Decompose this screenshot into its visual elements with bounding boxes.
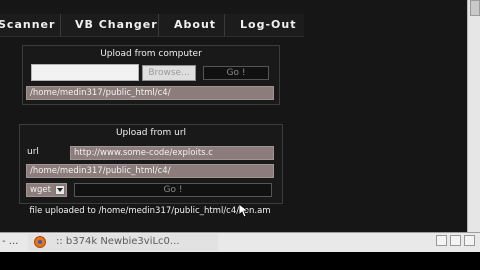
mouse-cursor-icon — [239, 204, 249, 218]
file-path-input[interactable] — [31, 64, 139, 81]
firefox-icon — [34, 236, 46, 248]
panel-title: Upload from url — [115, 128, 187, 138]
taskbar: - ... :: b374k Newbie3viLc0... — [0, 232, 480, 270]
close-icon[interactable] — [464, 235, 475, 246]
scrollbar-thumb[interactable] — [470, 0, 480, 16]
download-method-select[interactable]: wget — [26, 183, 67, 197]
upload-status-message: file uploaded to /home/medin317/public_h… — [29, 206, 271, 216]
top-nav-overflow — [300, 0, 460, 16]
chevron-down-icon[interactable] — [55, 185, 65, 195]
url-label: url — [27, 147, 39, 157]
upload-from-url-panel: Upload from url url http://www.some-code… — [19, 124, 283, 204]
download-method-value: wget — [30, 185, 51, 195]
nav-divider — [158, 14, 159, 36]
go-button[interactable]: Go ! — [74, 183, 272, 197]
destination-path-input[interactable]: /home/medin317/public_html/c4/ — [26, 86, 274, 100]
nav-item-log-out[interactable]: Log-Out — [240, 18, 296, 31]
top-nav-bar: Scanner VB Changer About Log-Out — [0, 14, 304, 37]
browser-viewport: Scanner VB Changer About Log-Out Upload … — [0, 0, 467, 232]
go-button[interactable]: Go ! — [203, 66, 269, 80]
taskbar-strip: - ... :: b374k Newbie3viLc0... — [0, 232, 480, 252]
panel-title: Upload from computer — [100, 49, 202, 59]
destination-path-input[interactable]: /home/medin317/public_html/c4/ — [26, 164, 274, 178]
minimize-icon[interactable] — [436, 235, 447, 246]
nav-item-vb-changer[interactable]: VB Changer — [75, 18, 158, 31]
vertical-scrollbar[interactable] — [467, 0, 480, 232]
browse-button[interactable]: Browse... — [142, 65, 196, 81]
maximize-icon[interactable] — [450, 235, 461, 246]
nav-divider — [224, 14, 225, 36]
nav-divider — [60, 14, 61, 36]
taskbar-window-title: :: b374k Newbie3viLc0... — [56, 236, 180, 247]
taskbar-left-text: - ... — [2, 236, 19, 247]
nav-item-scanner[interactable]: Scanner — [0, 18, 55, 31]
url-input[interactable]: http://www.some-code/exploits.c — [70, 146, 274, 160]
upload-from-computer-panel: Upload from computer Browse... Go ! /hom… — [22, 45, 280, 105]
nav-item-about[interactable]: About — [174, 18, 216, 31]
taskbar-window-button[interactable]: :: b374k Newbie3viLc0... — [28, 234, 218, 251]
